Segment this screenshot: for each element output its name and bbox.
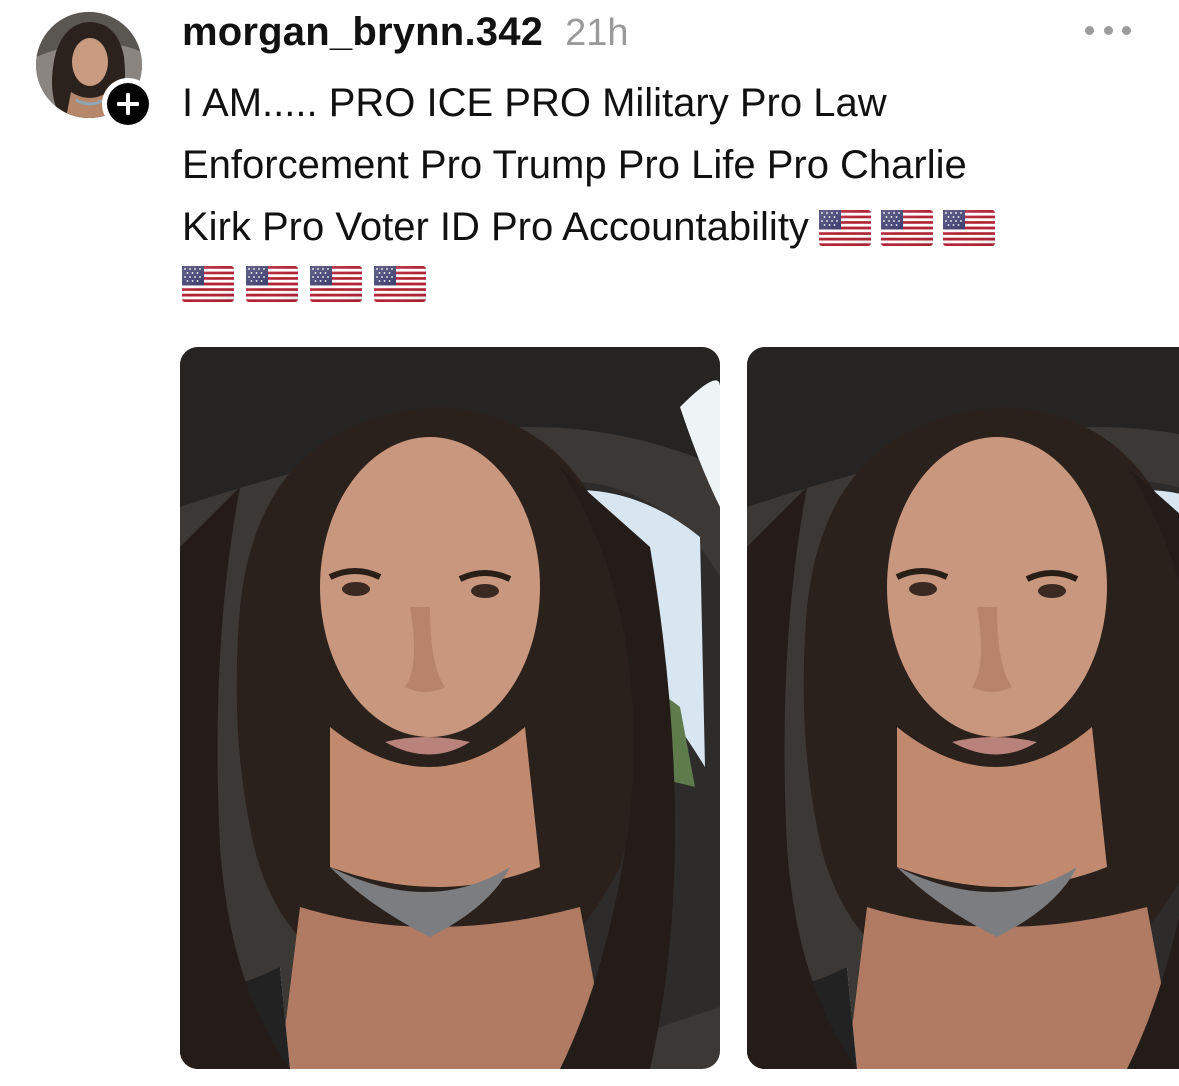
- caption-line: I AM..... PRO ICE PRO Military Pro Law: [182, 81, 887, 125]
- us-flag-icon: [819, 210, 871, 246]
- us-flag-icon: [246, 266, 298, 302]
- post-timestamp: 21h: [565, 12, 629, 54]
- us-flag-icon: [310, 266, 362, 302]
- thread-post: morgan_brynn.342 21h I AM..... PRO ICE P…: [0, 0, 1179, 1086]
- post-photo[interactable]: [747, 347, 1179, 1069]
- us-flag-icon: [881, 210, 933, 246]
- avatar-container[interactable]: [36, 12, 154, 130]
- media-carousel[interactable]: [180, 347, 1179, 1071]
- post-photo[interactable]: [180, 347, 720, 1069]
- caption-line: Enforcement Pro Trump Pro Life Pro Charl…: [182, 143, 967, 187]
- us-flag-icon: [374, 266, 426, 302]
- caption-line-text: Kirk Pro Voter ID Pro Accountability: [182, 205, 809, 249]
- more-options-icon[interactable]: [1085, 18, 1131, 42]
- us-flag-icon: [943, 210, 995, 246]
- follow-button[interactable]: [102, 78, 154, 130]
- flag-emoji-row: [182, 266, 426, 302]
- plus-icon: [107, 83, 149, 125]
- photo-image: [180, 347, 720, 1069]
- username-link[interactable]: morgan_brynn.342: [182, 10, 543, 55]
- us-flag-icon: [182, 266, 234, 302]
- post-caption: I AM..... PRO ICE PRO Military Pro Law E…: [182, 72, 1142, 258]
- caption-line: Kirk Pro Voter ID Pro Accountability: [182, 196, 1142, 258]
- photo-image: [747, 347, 1179, 1069]
- post-header: morgan_brynn.342 21h: [182, 10, 629, 62]
